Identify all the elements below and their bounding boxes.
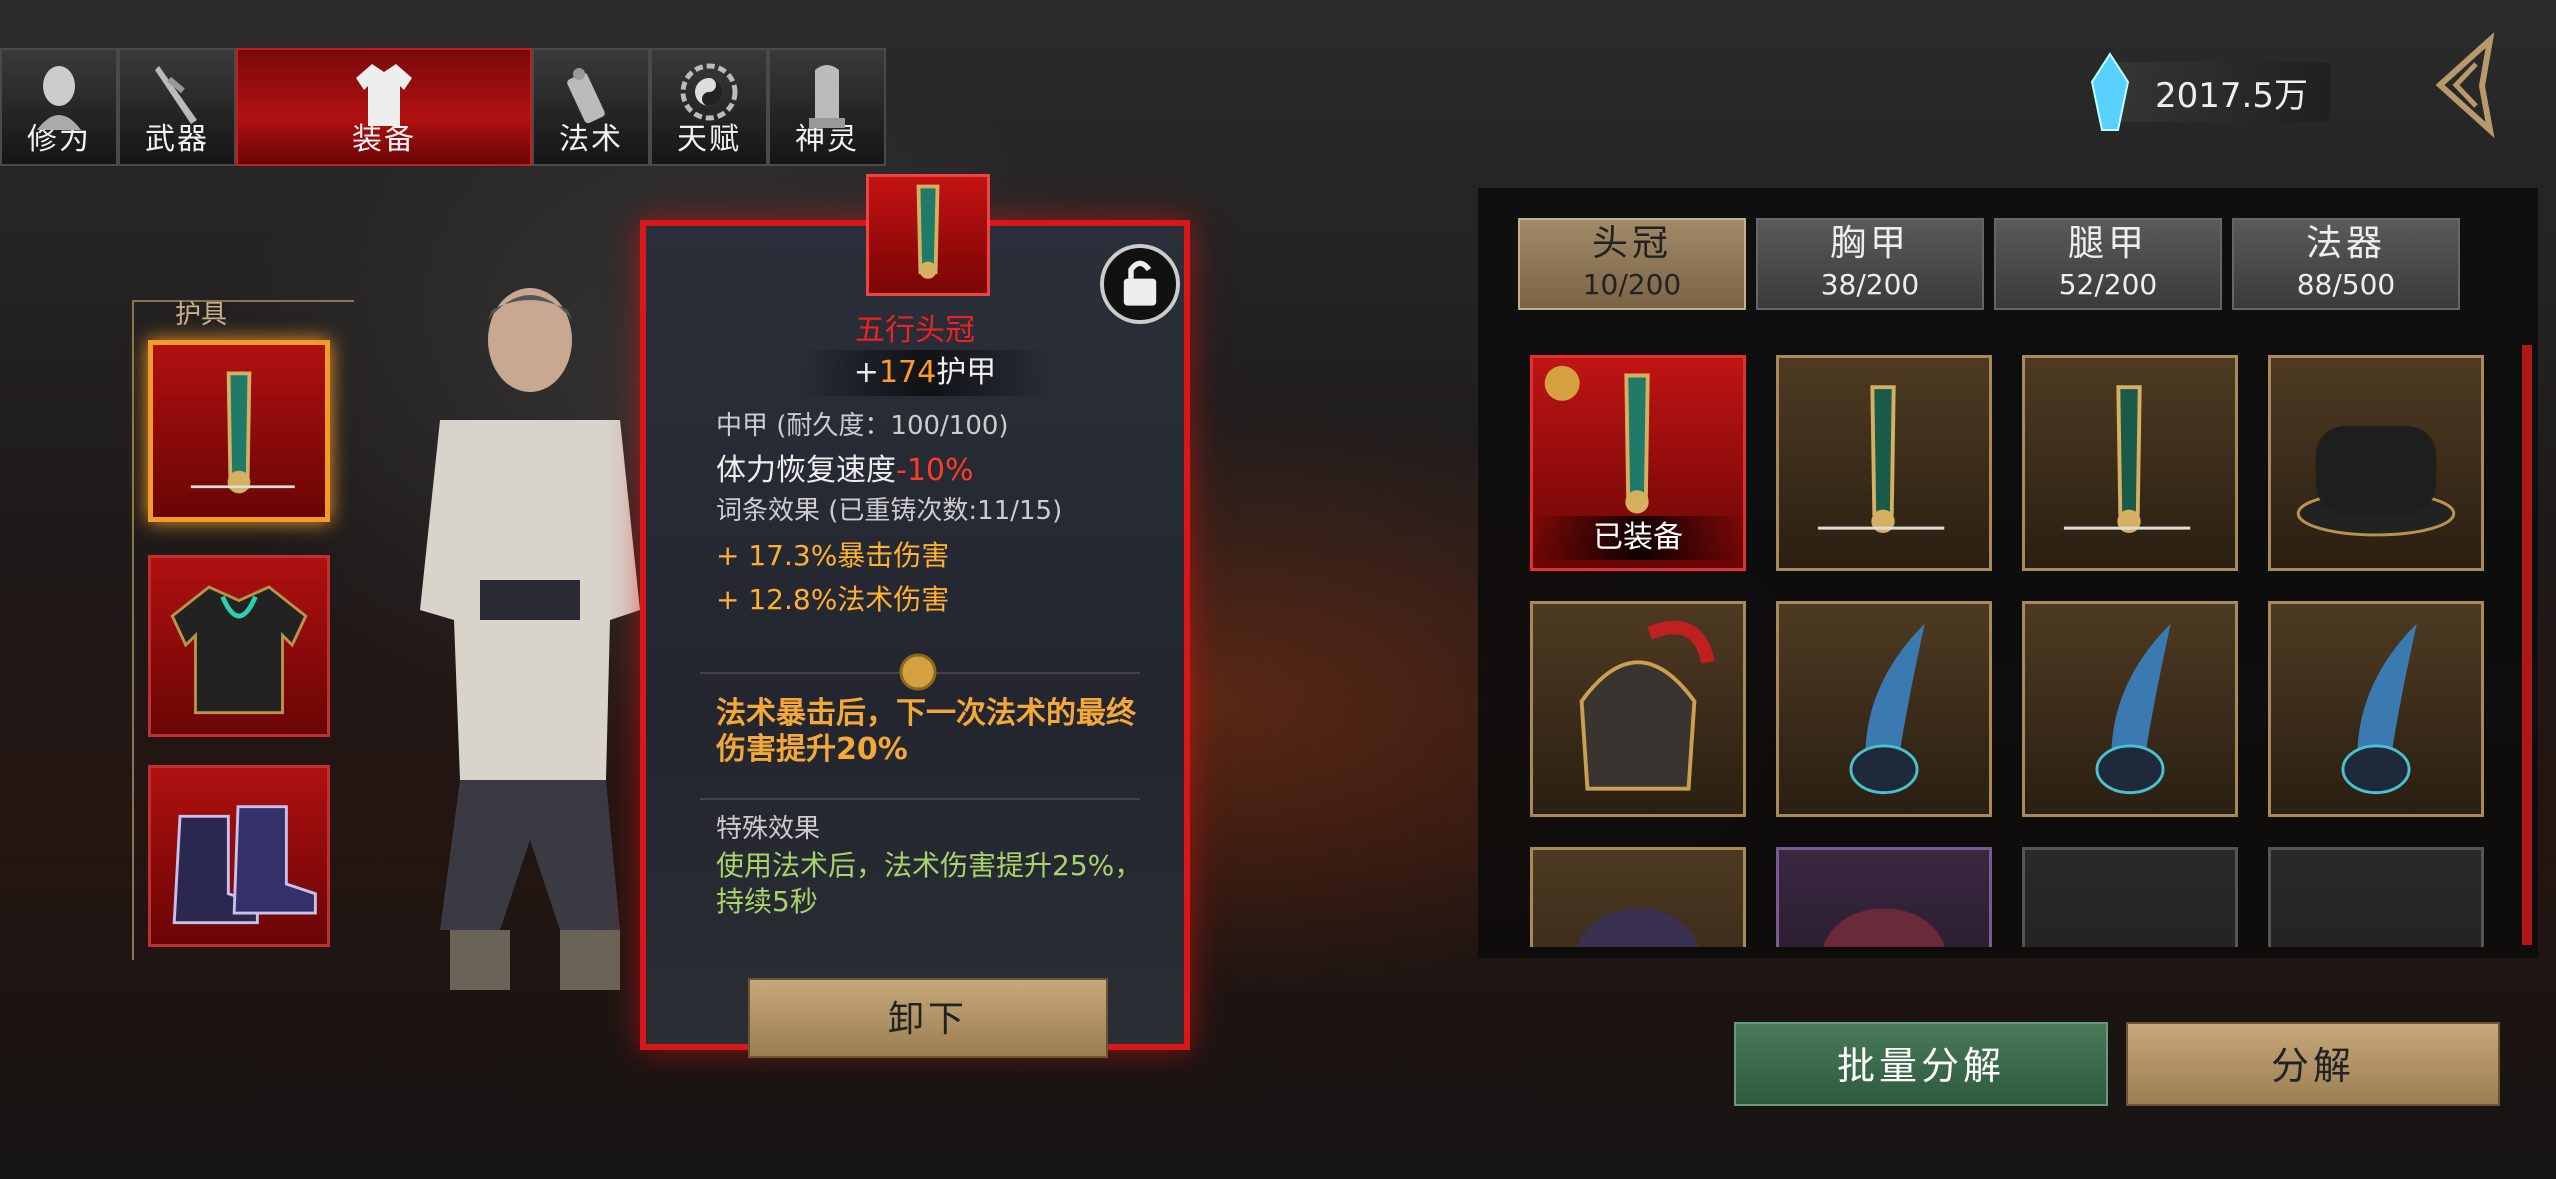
inventory-item[interactable] bbox=[2268, 355, 2484, 571]
inventory-item[interactable]: 已装备 bbox=[1530, 355, 1746, 571]
tab-spirit[interactable]: 神灵 bbox=[768, 48, 886, 166]
character-model bbox=[420, 288, 640, 990]
item-name: 五行头冠 bbox=[855, 313, 975, 348]
armor-slot-chest[interactable] bbox=[148, 555, 330, 737]
inventory-empty-slot bbox=[2268, 847, 2484, 947]
category-name: 腿甲 bbox=[2067, 223, 2148, 264]
tab-equipment[interactable]: 装备 bbox=[236, 48, 532, 166]
coin-emblem-icon bbox=[899, 653, 937, 691]
chest-robe-icon bbox=[170, 585, 308, 715]
inventory-item[interactable] bbox=[2268, 601, 2484, 817]
category-name: 法器 bbox=[2305, 223, 2386, 264]
category-count: 52/200 bbox=[2058, 268, 2158, 301]
inventory-item[interactable] bbox=[2022, 601, 2238, 817]
jade-crown-icon bbox=[1817, 385, 1945, 533]
category-tab-helmet[interactable]: 头冠 10/200 bbox=[1518, 218, 1746, 310]
category-tab-legs[interactable]: 腿甲 52/200 bbox=[1994, 218, 2222, 310]
category-count: 10/200 bbox=[1582, 268, 1682, 301]
unequip-button[interactable]: 卸下 bbox=[748, 978, 1108, 1058]
armor-prefix: + bbox=[853, 355, 879, 390]
tab-spell[interactable]: 法术 bbox=[532, 48, 650, 166]
inventory-item[interactable] bbox=[1776, 847, 1992, 947]
armor-section-title: 护具 bbox=[175, 300, 228, 330]
category-count: 88/500 bbox=[2296, 268, 2396, 301]
category-tab-artifact[interactable]: 法器 88/500 bbox=[2232, 218, 2460, 310]
inventory-empty-slot bbox=[2022, 847, 2238, 947]
inventory-item[interactable] bbox=[1530, 601, 1746, 817]
tab-talent[interactable]: 天赋 bbox=[650, 48, 768, 166]
back-button[interactable] bbox=[2420, 30, 2500, 140]
decompose-button[interactable]: 分解 bbox=[2126, 1022, 2500, 1106]
boots-icon bbox=[172, 805, 317, 925]
special-effect: 使用法术后，法术伤害提升25%，持续5秒 bbox=[716, 849, 1143, 918]
tab-cultivation[interactable]: 修为 bbox=[0, 48, 118, 166]
affix-spell-damage: + 12.8%法术伤害 bbox=[716, 583, 950, 616]
stamina-value: -10% bbox=[896, 453, 974, 488]
set-effect: 法术暴击后，下一次法术的最终伤害提升20% bbox=[716, 696, 1136, 767]
meditation-head-icon bbox=[37, 66, 81, 130]
stamina-stat: 体力恢复速度-10% bbox=[716, 445, 974, 489]
divider bbox=[700, 798, 1140, 800]
affix-title: 词条效果 (已重铸次数:11/15) bbox=[716, 496, 1063, 526]
armor-slot-helmet[interactable] bbox=[148, 340, 330, 522]
inventory-item[interactable] bbox=[1776, 355, 1992, 571]
embroidered-cap-icon bbox=[1823, 908, 1945, 947]
black-hat-icon bbox=[2296, 426, 2456, 537]
armor-type-durability: 中甲 (耐久度：100/100) bbox=[716, 411, 1009, 441]
feather-headdress-icon bbox=[1849, 623, 1925, 795]
tablet-icon bbox=[809, 65, 845, 128]
plumed-helmet-icon bbox=[1579, 620, 1715, 791]
sword-icon bbox=[155, 66, 197, 124]
scroll-icon bbox=[567, 68, 605, 124]
blue-crystal-icon bbox=[2090, 52, 2130, 131]
feather-headdress-icon bbox=[2341, 623, 2417, 795]
inventory-grid: 已装备 bbox=[1530, 355, 2490, 947]
armor-value: 174 bbox=[878, 355, 937, 390]
detail-item-icon bbox=[866, 174, 990, 296]
armor-suffix: 护甲 bbox=[936, 355, 997, 390]
top-nav: 修为 武器 装备 法术 天赋 神灵 bbox=[0, 48, 886, 166]
jade-crown-icon bbox=[2063, 385, 2191, 533]
inventory-item[interactable] bbox=[1530, 847, 1746, 947]
equipped-badge: 已装备 bbox=[1533, 516, 1743, 560]
inventory-item[interactable] bbox=[2022, 355, 2238, 571]
tab-weapon[interactable]: 武器 bbox=[118, 48, 236, 166]
jade-crown-icon bbox=[916, 184, 940, 279]
turban-icon bbox=[1577, 908, 1699, 947]
category-tab-chest[interactable]: 胸甲 38/200 bbox=[1756, 218, 1984, 310]
category-name: 胸甲 bbox=[1829, 223, 1910, 264]
armor-slot-legs[interactable] bbox=[148, 765, 330, 947]
feather-headdress-icon bbox=[2095, 623, 2171, 795]
category-count: 38/200 bbox=[1820, 268, 1920, 301]
batch-decompose-button[interactable]: 批量分解 bbox=[1734, 1022, 2108, 1106]
affix-crit-damage: + 17.3%暴击伤害 bbox=[716, 539, 950, 572]
robe-icon bbox=[356, 64, 412, 126]
currency-display: 2017.5万 bbox=[2100, 62, 2330, 122]
category-name: 头冠 bbox=[1591, 223, 1672, 264]
inventory-item[interactable] bbox=[1776, 601, 1992, 817]
yinyang-bagua-icon bbox=[680, 63, 738, 121]
currency-amount: 2017.5万 bbox=[2155, 75, 2308, 116]
special-effect-title: 特殊效果 bbox=[716, 814, 821, 844]
helmet-crown-icon bbox=[190, 371, 295, 494]
scrollbar-thumb[interactable] bbox=[2522, 345, 2532, 945]
armor-stat: +174护甲 bbox=[800, 350, 1050, 396]
stamina-label: 体力恢复速度 bbox=[716, 453, 896, 488]
